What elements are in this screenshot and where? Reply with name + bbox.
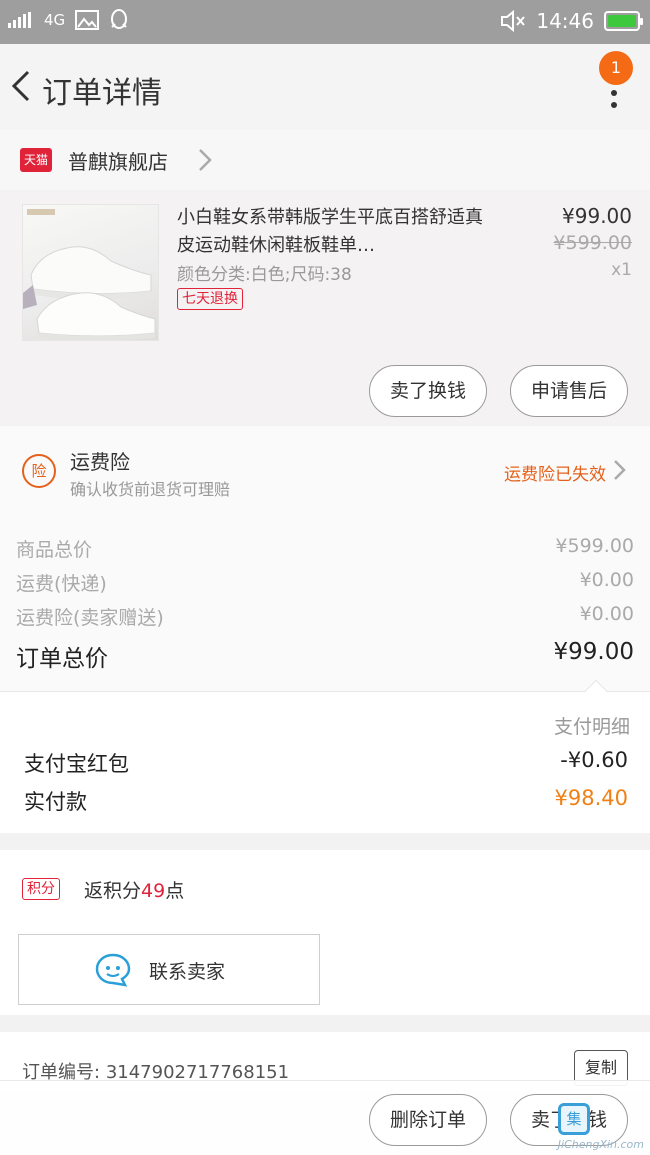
payment-details: 支付明细 支付宝红包 -¥0.60 实付款 ¥98.40 (0, 679, 650, 833)
contact-seller-button[interactable]: 联系卖家 (18, 934, 320, 1005)
product-spec: 颜色分类:白色;尺码:38 (177, 265, 352, 285)
chevron-right-icon (614, 460, 626, 480)
summary-row: 商品总价 ¥599.00 (16, 535, 634, 562)
chevron-right-icon (199, 149, 212, 171)
paid-value: ¥98.40 (554, 786, 628, 810)
product-card[interactable]: 小白鞋女系带韩版学生平底百搭舒适真皮运动鞋休闲鞋板鞋单… 颜色分类:白色;尺码:… (0, 192, 650, 424)
insurance-icon: 险 (22, 454, 56, 488)
insurance-subtitle: 确认收货前退货可理赔 (70, 480, 231, 499)
bottom-action-bar: 删除订单 卖了换钱 集 JiChengXin.com (0, 1080, 650, 1155)
points-section: 积分 返积分49点 联系卖家 (0, 850, 650, 1015)
order-total-label: 订单总价 (16, 646, 108, 672)
delete-order-button[interactable]: 删除订单 (369, 1094, 487, 1146)
summary-value: ¥0.00 (579, 569, 634, 591)
order-total-row: 订单总价 ¥99.00 (16, 639, 634, 673)
product-quantity: x1 (611, 260, 632, 280)
points-tag: 积分 (22, 878, 60, 900)
redpacket-label: 支付宝红包 (24, 752, 129, 776)
notification-badge[interactable]: 1 (599, 51, 633, 85)
summary-value: ¥599.00 (555, 535, 634, 557)
product-price: ¥99.00 (562, 204, 632, 228)
shipping-insurance-row[interactable]: 险 运费险 确认收货前退货可理赔 运费险已失效 (0, 426, 650, 521)
summary-value: ¥0.00 (579, 603, 634, 625)
summary-row: 运费险(卖家赠送) ¥0.00 (16, 603, 634, 630)
app-header: 订单详情 1 (0, 44, 650, 130)
battery-icon (604, 11, 643, 31)
signal-icon (8, 12, 31, 28)
paid-row: 实付款 ¥98.40 (24, 786, 628, 816)
status-bar: 4G 14:46 (0, 0, 650, 44)
seven-day-return-tag: 七天退换 (177, 288, 243, 310)
image-icon (75, 10, 100, 30)
summary-label: 运费险(卖家赠送) (16, 607, 164, 629)
points-number: 49 (141, 880, 166, 902)
summary-label: 商品总价 (16, 539, 93, 561)
insurance-status: 运费险已失效 (504, 465, 606, 485)
shoe-image (23, 209, 156, 340)
chat-bubble-icon (95, 953, 131, 987)
summary-row: 运费(快递) ¥0.00 (16, 569, 634, 596)
order-total-value: ¥99.00 (553, 639, 634, 665)
product-thumbnail[interactable] (22, 204, 159, 341)
sell-exchange-button[interactable]: 卖了换钱 (369, 365, 487, 417)
payment-detail-label: 支付明细 (553, 716, 630, 738)
product-original-price: ¥599.00 (553, 232, 632, 254)
network-type: 4G (44, 11, 66, 29)
price-summary: 商品总价 ¥599.00 运费(快递) ¥0.00 运费险(卖家赠送) ¥0.0… (0, 521, 650, 691)
paid-label: 实付款 (24, 790, 87, 814)
watermark-logo: 集 (558, 1103, 590, 1135)
watermark-text: JiChengXin.com (557, 1138, 644, 1151)
store-name: 普麒旗舰店 (68, 150, 168, 174)
after-sales-button[interactable]: 申请售后 (510, 365, 628, 417)
points-prefix: 返积分 (84, 880, 142, 902)
redpacket-row: 支付宝红包 -¥0.60 (24, 748, 628, 778)
summary-label: 运费(快递) (16, 573, 107, 595)
contact-seller-label: 联系卖家 (149, 961, 226, 983)
points-text: 返积分49点 (84, 876, 184, 903)
tmall-badge: 天猫 (20, 148, 52, 172)
redpacket-value: -¥0.60 (560, 748, 628, 772)
back-icon[interactable] (6, 66, 38, 106)
insurance-title: 运费险 (70, 450, 130, 474)
mute-icon (501, 10, 526, 32)
page-title: 订单详情 (42, 76, 162, 111)
clock: 14:46 (536, 9, 594, 33)
points-suffix: 点 (165, 880, 185, 902)
store-row[interactable]: 天猫 普麒旗舰店 (0, 130, 650, 190)
qq-icon (111, 9, 128, 29)
product-title[interactable]: 小白鞋女系带韩版学生平底百搭舒适真皮运动鞋休闲鞋板鞋单… (177, 204, 493, 260)
